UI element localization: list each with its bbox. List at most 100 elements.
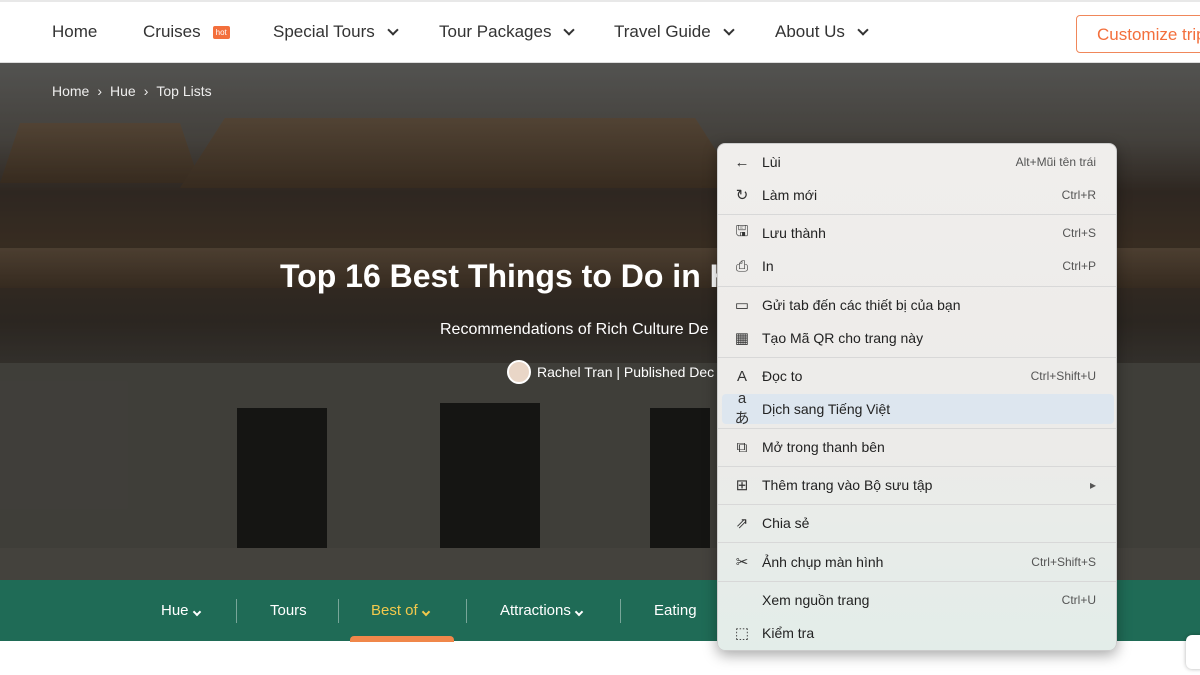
- nav-home[interactable]: Home: [52, 22, 97, 42]
- page-subtitle: Recommendations of Rich Culture De: [440, 321, 709, 338]
- author-text: Rachel Tran | Published Dec: [537, 364, 715, 380]
- nav-label: Tour Packages: [439, 22, 552, 41]
- subnav-label: Eating: [654, 602, 697, 619]
- menu-label: Tạo Mã QR cho trang này: [762, 330, 924, 346]
- subnav-label: Attractions: [500, 602, 571, 619]
- menu-item-save-as[interactable]: 🖫 Lưu thành Ctrl+S: [722, 218, 1114, 248]
- subnav-eating[interactable]: Eating: [654, 602, 697, 619]
- collections-icon: ⊞: [735, 477, 749, 494]
- divider: [338, 599, 339, 623]
- divider: [466, 599, 467, 623]
- menu-shortcut: Alt+Mũi tên trái: [1015, 155, 1096, 169]
- share-icon: ⇗: [735, 515, 749, 532]
- menu-separator: [718, 504, 1116, 505]
- divider: [620, 599, 621, 623]
- menu-label: Đọc to: [762, 368, 803, 384]
- chevron-down-icon: [563, 24, 576, 36]
- chevron-down-icon: [192, 607, 201, 617]
- menu-label: Lùi: [762, 154, 781, 170]
- author-line: Rachel Tran | Published Dec: [507, 360, 714, 384]
- menu-label: Gửi tab đến các thiết bị của bạn: [762, 297, 961, 313]
- breadcrumb-home[interactable]: Home: [52, 83, 89, 99]
- devices-icon: ▭: [734, 297, 750, 314]
- menu-shortcut: Ctrl+Shift+S: [1031, 555, 1096, 569]
- subnav-label: Tours: [270, 602, 307, 619]
- subnav-attractions[interactable]: Attractions: [500, 602, 586, 619]
- menu-separator: [718, 214, 1116, 215]
- menu-item-refresh[interactable]: ↻ Làm mới Ctrl+R: [722, 180, 1114, 210]
- breadcrumb-hue[interactable]: Hue: [110, 83, 136, 99]
- menu-label: Làm mới: [762, 187, 818, 203]
- nav-label: Travel Guide: [614, 22, 711, 41]
- breadcrumb-top-lists[interactable]: Top Lists: [156, 83, 211, 99]
- submenu-arrow-icon: ▸: [1089, 478, 1096, 492]
- subnav-hue[interactable]: Hue: [161, 602, 204, 619]
- menu-item-translate[interactable]: aあ Dịch sang Tiếng Việt: [722, 390, 1114, 427]
- menu-separator: [718, 428, 1116, 429]
- menu-shortcut: Ctrl+U: [1061, 593, 1096, 607]
- customize-trip-button[interactable]: Customize trip: [1076, 15, 1200, 53]
- chevron-down-icon: [723, 24, 735, 36]
- menu-item-qr-code[interactable]: ▦ Tạo Mã QR cho trang này: [722, 323, 1114, 353]
- chevron-down-icon: [387, 24, 399, 36]
- avatar: [507, 360, 531, 384]
- menu-label: Dịch sang Tiếng Việt: [762, 401, 891, 417]
- menu-separator: [718, 286, 1116, 287]
- menu-item-print[interactable]: ⎙ In Ctrl+P: [722, 251, 1114, 281]
- chevron-right-icon: ›: [143, 83, 149, 99]
- menu-shortcut: Ctrl+R: [1061, 188, 1096, 202]
- menu-item-read-aloud[interactable]: A Đọc to Ctrl+Shift+U: [722, 361, 1114, 391]
- menu-separator: [718, 466, 1116, 467]
- divider: [236, 599, 237, 623]
- qr-code-icon: ▦: [734, 330, 750, 347]
- floating-widget[interactable]: [1186, 635, 1200, 669]
- screenshot-icon: ✂: [735, 554, 749, 571]
- menu-label: Xem nguồn trang: [762, 592, 870, 608]
- translate-icon: aあ: [734, 390, 750, 427]
- chevron-down-icon: [574, 607, 584, 617]
- menu-label: Lưu thành: [762, 225, 826, 241]
- nav-home-label: Home: [52, 22, 98, 41]
- refresh-icon: ↻: [735, 187, 749, 204]
- menu-separator: [718, 357, 1116, 358]
- subnav-label: Best of: [371, 602, 418, 619]
- subnav-label: Hue: [161, 602, 189, 619]
- chevron-down-icon: [421, 607, 430, 617]
- menu-label: Mở trong thanh bên: [762, 439, 885, 455]
- chevron-down-icon: [857, 24, 869, 36]
- menu-label: Ảnh chụp màn hình: [762, 554, 884, 570]
- menu-item-back[interactable]: ← Lùi Alt+Mũi tên trái: [722, 147, 1114, 177]
- subnav-best-of[interactable]: Best of: [371, 602, 433, 619]
- menu-item-add-collection[interactable]: ⊞ Thêm trang vào Bộ sưu tập ▸: [722, 470, 1114, 500]
- breadcrumb: Home › Hue › Top Lists: [52, 83, 212, 99]
- nav-cruises-label: Cruises: [143, 22, 201, 41]
- nav-special-tours[interactable]: Special Tours: [273, 22, 401, 42]
- hot-badge: hot: [212, 25, 230, 39]
- page-title: Top 16 Best Things to Do in H: [280, 258, 733, 294]
- nav-label: Special Tours: [273, 22, 375, 41]
- menu-item-send-tab[interactable]: ▭ Gửi tab đến các thiết bị của bạn: [722, 290, 1114, 320]
- save-icon: 🖫: [735, 222, 749, 240]
- menu-label: Chia sẻ: [762, 515, 810, 531]
- nav-about-us[interactable]: About Us: [775, 22, 871, 42]
- menu-item-screenshot[interactable]: ✂ Ảnh chụp màn hình Ctrl+Shift+S: [722, 547, 1114, 577]
- menu-item-view-source[interactable]: Xem nguồn trang Ctrl+U: [722, 585, 1114, 615]
- nav-tour-packages[interactable]: Tour Packages: [439, 22, 577, 42]
- menu-separator: [718, 581, 1116, 582]
- nav-travel-guide[interactable]: Travel Guide: [614, 22, 737, 42]
- subnav-tours[interactable]: Tours: [270, 602, 307, 619]
- sidebar-icon: ⧉: [736, 438, 748, 456]
- menu-item-inspect[interactable]: ⬚ Kiểm tra: [722, 618, 1114, 648]
- context-menu: ← Lùi Alt+Mũi tên trái ↻ Làm mới Ctrl+R 🖫 Lưu…: [717, 143, 1117, 651]
- menu-shortcut: Ctrl+P: [1062, 259, 1096, 273]
- menu-label: In: [762, 258, 774, 274]
- menu-item-share[interactable]: ⇗ Chia sẻ: [722, 508, 1114, 538]
- nav-cruises[interactable]: Cruises hot: [143, 22, 230, 42]
- active-tab-indicator: [350, 636, 454, 642]
- top-navigation: Home Cruises hot Special Tours Tour Packa…: [0, 0, 1200, 63]
- menu-label: Kiểm tra: [762, 625, 815, 641]
- menu-label: Thêm trang vào Bộ sưu tập: [762, 477, 933, 493]
- menu-separator: [718, 542, 1116, 543]
- menu-item-open-sidebar[interactable]: ⧉ Mở trong thanh bên: [722, 432, 1114, 462]
- printer-icon: ⎙: [735, 257, 748, 275]
